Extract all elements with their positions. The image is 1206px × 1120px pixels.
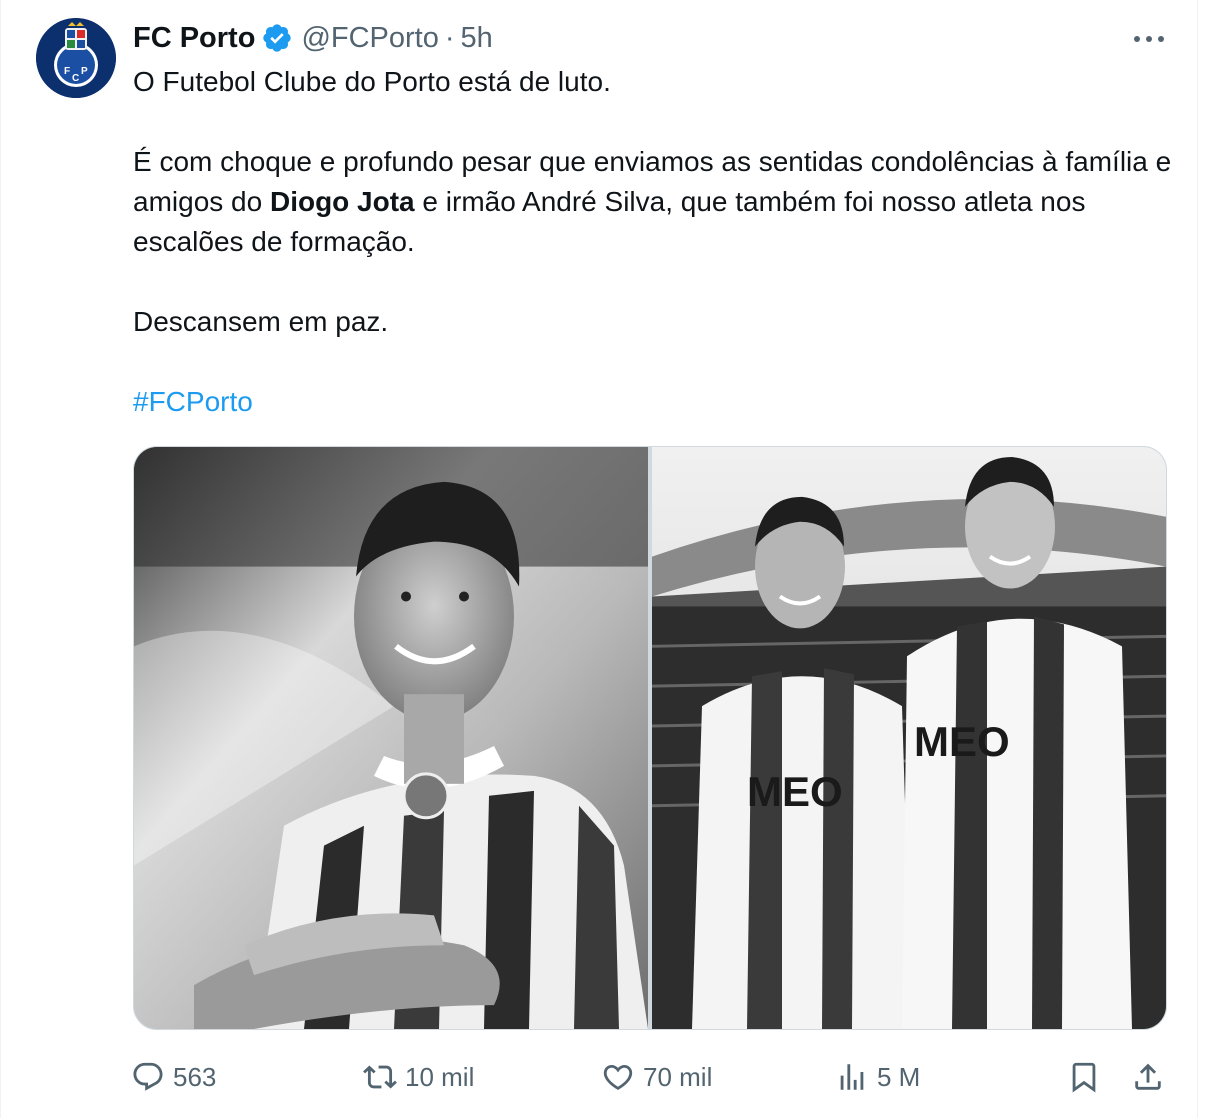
- tweet-time[interactable]: 5h: [461, 22, 493, 55]
- tweet-line-1: O Futebol Clube do Porto está de luto.: [133, 66, 611, 97]
- tweet-paragraph-2: É com choque e profundo pesar que enviam…: [133, 142, 1173, 262]
- author-handle[interactable]: @FCPorto: [301, 22, 438, 55]
- views-count: 5 M: [877, 1061, 921, 1092]
- svg-text:C: C: [72, 73, 79, 84]
- bookmark-button[interactable]: [1067, 1056, 1101, 1098]
- tweet-text: O Futebol Clube do Porto está de luto. É…: [133, 62, 1173, 422]
- svg-text:P: P: [81, 66, 88, 77]
- photo-two-players-stadium[interactable]: MEO MEO: [652, 447, 1166, 1029]
- fc-porto-avatar[interactable]: F C P: [36, 18, 116, 98]
- tweet-p2-bold: Diogo Jota: [269, 186, 415, 217]
- separator-dot: ·: [444, 21, 455, 54]
- fc-porto-crest-icon: F C P: [36, 18, 116, 98]
- tweet-actions: 563 10 mil 70 mil 5 M: [131, 1056, 1171, 1098]
- hashtag-link[interactable]: #FCPorto: [133, 386, 253, 417]
- heart-icon: [603, 1064, 633, 1090]
- views-chart-icon: [840, 1064, 864, 1090]
- views-button[interactable]: 5 M: [835, 1056, 920, 1098]
- repost-button[interactable]: 10 mil: [363, 1056, 474, 1098]
- more-dots-icon: [1134, 36, 1164, 42]
- tweet-media: MEO MEO: [133, 446, 1167, 1030]
- svg-text:F: F: [64, 66, 70, 77]
- author-name[interactable]: FC Porto: [133, 22, 255, 55]
- like-count: 70 mil: [643, 1061, 713, 1092]
- repost-icon: [363, 1065, 397, 1089]
- share-icon: [1135, 1063, 1161, 1090]
- reply-count: 563: [173, 1061, 217, 1092]
- share-button[interactable]: [1131, 1056, 1165, 1098]
- verified-badge-icon[interactable]: [261, 22, 293, 54]
- reply-icon: [133, 1062, 163, 1091]
- like-button[interactable]: 70 mil: [601, 1056, 712, 1098]
- tweet-header: FC Porto @FCPorto · 5h: [133, 18, 493, 58]
- more-options-button[interactable]: [1129, 24, 1169, 54]
- photo-player-portrait[interactable]: [134, 447, 648, 1029]
- svg-text:MEO: MEO: [747, 768, 843, 815]
- reply-button[interactable]: 563: [131, 1056, 216, 1098]
- tweet-line-3: Descansem em paz.: [133, 306, 389, 337]
- bookmark-icon: [1072, 1062, 1096, 1093]
- tweet-card: F C P FC Porto @FCPorto · 5h O Futebol C…: [0, 0, 1198, 1118]
- repost-count: 10 mil: [405, 1061, 475, 1092]
- svg-text:MEO: MEO: [914, 718, 1010, 765]
